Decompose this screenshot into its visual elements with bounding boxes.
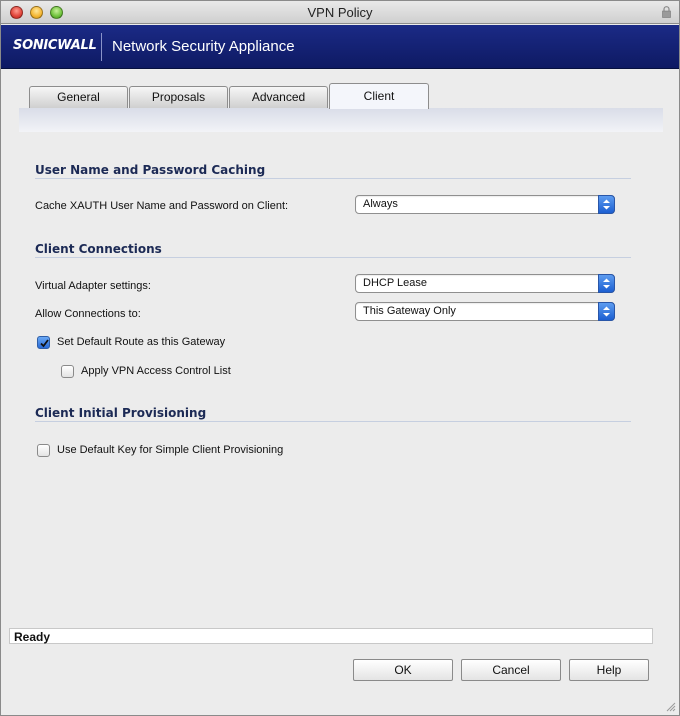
select-arrows-icon <box>598 274 615 293</box>
section-divider <box>35 257 631 258</box>
cache-xauth-value: Always <box>363 198 398 210</box>
product-title: Network Security Appliance <box>112 38 295 55</box>
sonicwall-logo: SONICWALL <box>13 38 97 53</box>
access-control-label: Apply VPN Access Control List <box>81 365 231 377</box>
ok-button[interactable]: OK <box>353 659 453 681</box>
section-title-connections: Client Connections <box>35 242 162 256</box>
status-bar: Ready <box>9 628 653 644</box>
lock-icon <box>662 6 671 18</box>
brand-header: SONICWALL Network Security Appliance <box>1 25 679 69</box>
help-button[interactable]: Help <box>569 659 649 681</box>
status-text: Ready <box>14 630 51 644</box>
tab-general[interactable]: General <box>29 86 128 108</box>
default-route-label: Set Default Route as this Gateway <box>57 336 226 348</box>
section-divider <box>35 421 631 422</box>
cache-xauth-label: Cache XAUTH User Name and Password on Cl… <box>35 200 289 212</box>
default-key-label: Use Default Key for Simple Client Provis… <box>57 444 284 456</box>
vpn-policy-window: VPN Policy SONICWALL Network Security Ap… <box>0 0 680 716</box>
section-title-provisioning: Client Initial Provisioning <box>35 406 207 420</box>
tab-proposals[interactable]: Proposals <box>129 86 228 108</box>
virtual-adapter-value: DHCP Lease <box>363 277 427 289</box>
header-divider <box>101 33 102 61</box>
tab-client[interactable]: Client <box>329 83 429 109</box>
tab-panel-header <box>19 108 663 132</box>
virtual-adapter-label: Virtual Adapter settings: <box>35 280 151 292</box>
default-key-checkbox[interactable] <box>37 444 50 457</box>
default-route-checkbox[interactable] <box>37 336 50 349</box>
select-arrows-icon <box>598 195 615 214</box>
title-bar[interactable]: VPN Policy <box>1 1 679 24</box>
allow-connections-select[interactable]: This Gateway Only <box>355 302 615 321</box>
window-title: VPN Policy <box>307 5 373 20</box>
virtual-adapter-select[interactable]: DHCP Lease <box>355 274 615 293</box>
select-arrows-icon <box>598 302 615 321</box>
tab-advanced[interactable]: Advanced <box>229 86 328 108</box>
section-divider <box>35 178 631 179</box>
section-title-caching: User Name and Password Caching <box>35 163 266 177</box>
cache-xauth-select[interactable]: Always <box>355 195 615 214</box>
allow-connections-label: Allow Connections to: <box>35 308 141 320</box>
allow-connections-value: This Gateway Only <box>363 305 456 317</box>
cancel-button[interactable]: Cancel <box>461 659 561 681</box>
access-control-checkbox[interactable] <box>61 365 74 378</box>
checkmark-icon <box>40 339 49 348</box>
resize-grip-icon[interactable] <box>665 701 676 712</box>
